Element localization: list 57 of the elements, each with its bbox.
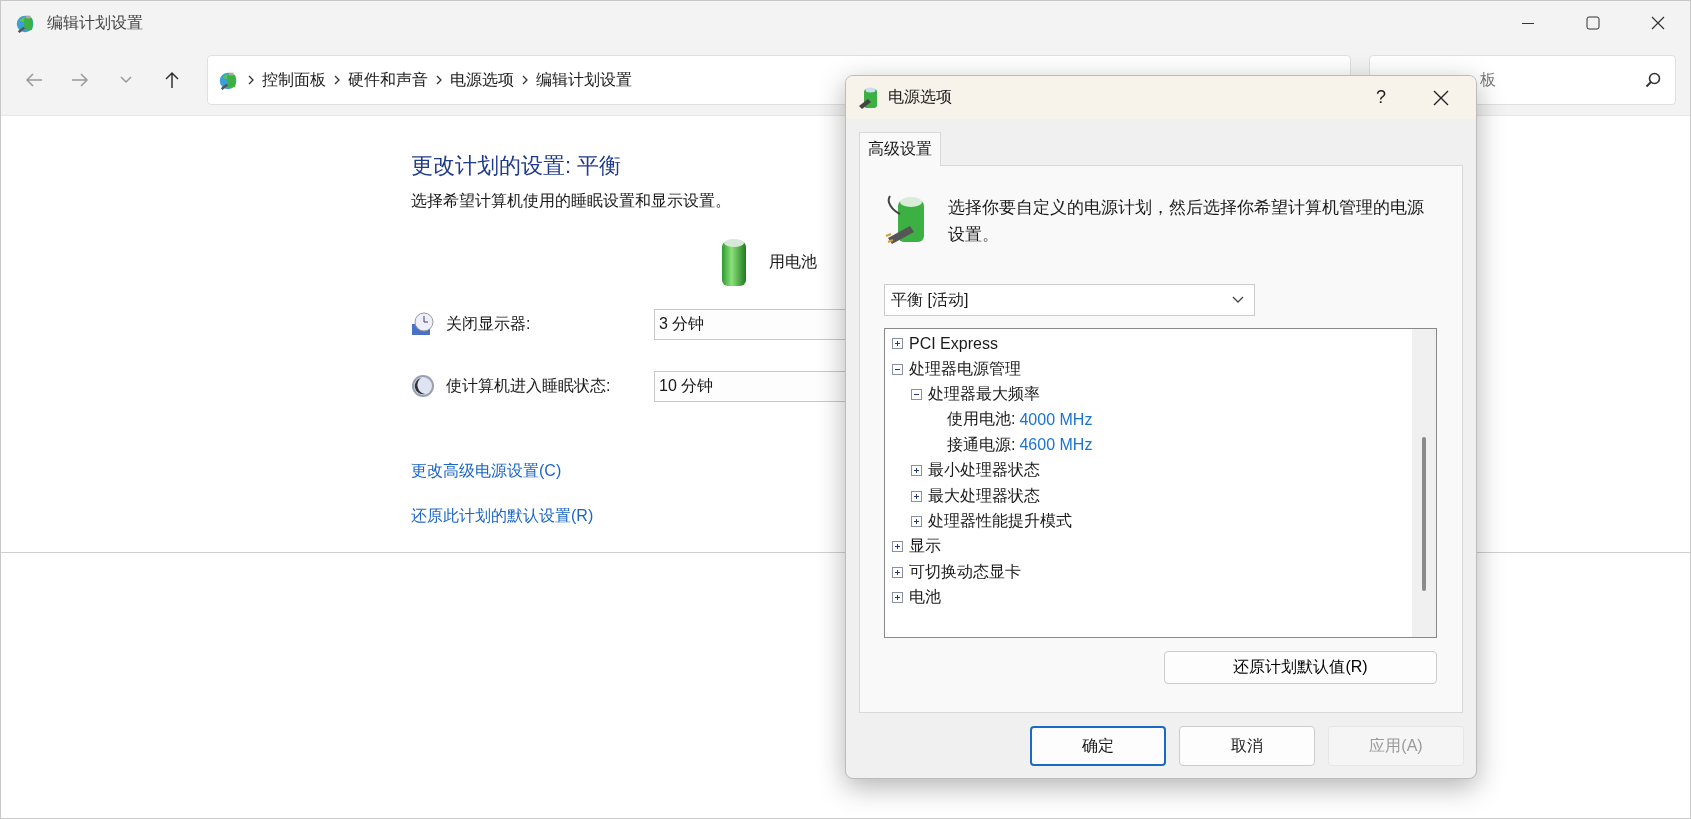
expand-icon[interactable] — [892, 592, 903, 604]
setting-label: 关闭显示器: — [446, 313, 532, 334]
chevron-down-icon — [120, 76, 132, 84]
plan-dropdown[interactable]: 平衡 [活动] — [884, 284, 1255, 316]
tree-item[interactable]: 显示 — [909, 536, 941, 558]
expand-icon[interactable] — [911, 465, 922, 477]
setting-value[interactable]: 4000 MHz — [1019, 410, 1093, 429]
tree-item[interactable]: 处理器性能提升模式 — [928, 510, 1072, 532]
restore-defaults-button[interactable]: 还原计划默认值(R) — [1164, 651, 1437, 684]
expand-icon[interactable] — [892, 541, 903, 553]
link[interactable]: 还原此计划的默认设置(R) — [411, 506, 594, 527]
tree-item[interactable]: 最小处理器状态 — [928, 460, 1040, 482]
expand-icon[interactable] — [911, 490, 922, 502]
battery-icon — [721, 237, 747, 287]
search-icon — [1645, 72, 1661, 88]
expand-icon[interactable] — [892, 338, 903, 350]
setting-label: 接通电源: — [947, 434, 1016, 455]
tab[interactable]: 高级设置 — [859, 132, 941, 166]
close-icon — [1433, 89, 1449, 106]
breadcrumb[interactable]: 电源选项 — [450, 69, 514, 91]
arrow-left-icon — [25, 72, 43, 88]
dialog-title: 电源选项 — [888, 87, 953, 107]
chevron-down-icon — [1232, 296, 1244, 304]
minimize-icon — [1521, 22, 1534, 24]
setting-value[interactable]: 4600 MHz — [1019, 436, 1093, 455]
description-text: 选择你要自定义的电源计划，然后选择你希望计算机管理的电源设置。 — [948, 197, 1425, 246]
setting-label: 使用电池: — [947, 409, 1016, 430]
tree-item[interactable]: 最大处理器状态 — [928, 485, 1040, 507]
maximize-icon — [1585, 16, 1600, 30]
collapse-icon[interactable] — [892, 363, 903, 375]
collapse-icon[interactable] — [911, 388, 922, 400]
clock-monitor-icon — [411, 312, 435, 336]
chevron-right-icon — [248, 75, 254, 85]
moon-icon — [411, 374, 435, 398]
chevron-right-icon — [522, 75, 528, 85]
close-icon — [1650, 16, 1665, 30]
scrollbar-thumb[interactable] — [1422, 437, 1426, 591]
breadcrumb[interactable]: 编辑计划设置 — [536, 69, 632, 91]
breadcrumb[interactable]: 控制面板 — [262, 69, 326, 91]
dialog-button[interactable]: 确定 — [1030, 726, 1166, 766]
expand-icon[interactable] — [911, 515, 922, 527]
tree-item[interactable]: 可切换动态显卡 — [909, 561, 1021, 583]
arrow-up-icon — [164, 71, 180, 89]
window-title: 编辑计划设置 — [47, 12, 144, 33]
tree-item[interactable]: 电池 — [909, 587, 941, 609]
chevron-right-icon — [334, 75, 340, 85]
page-heading: 更改计划的设置: 平衡 — [411, 152, 622, 180]
breadcrumb[interactable]: 硬件和声音 — [348, 69, 428, 91]
setting-label: 使计算机进入睡眠状态: — [446, 375, 612, 396]
expand-icon[interactable] — [892, 566, 903, 578]
page-subtitle: 选择希望计算机使用的睡眠设置和显示设置。 — [411, 191, 731, 211]
arrow-right-icon — [71, 72, 89, 88]
link[interactable]: 更改高级电源设置(C) — [411, 461, 562, 482]
power-plug-icon — [858, 85, 880, 110]
dialog-button[interactable]: 取消 — [1179, 726, 1315, 766]
chevron-right-icon — [436, 75, 442, 85]
column-header: 用电池 — [769, 251, 817, 272]
